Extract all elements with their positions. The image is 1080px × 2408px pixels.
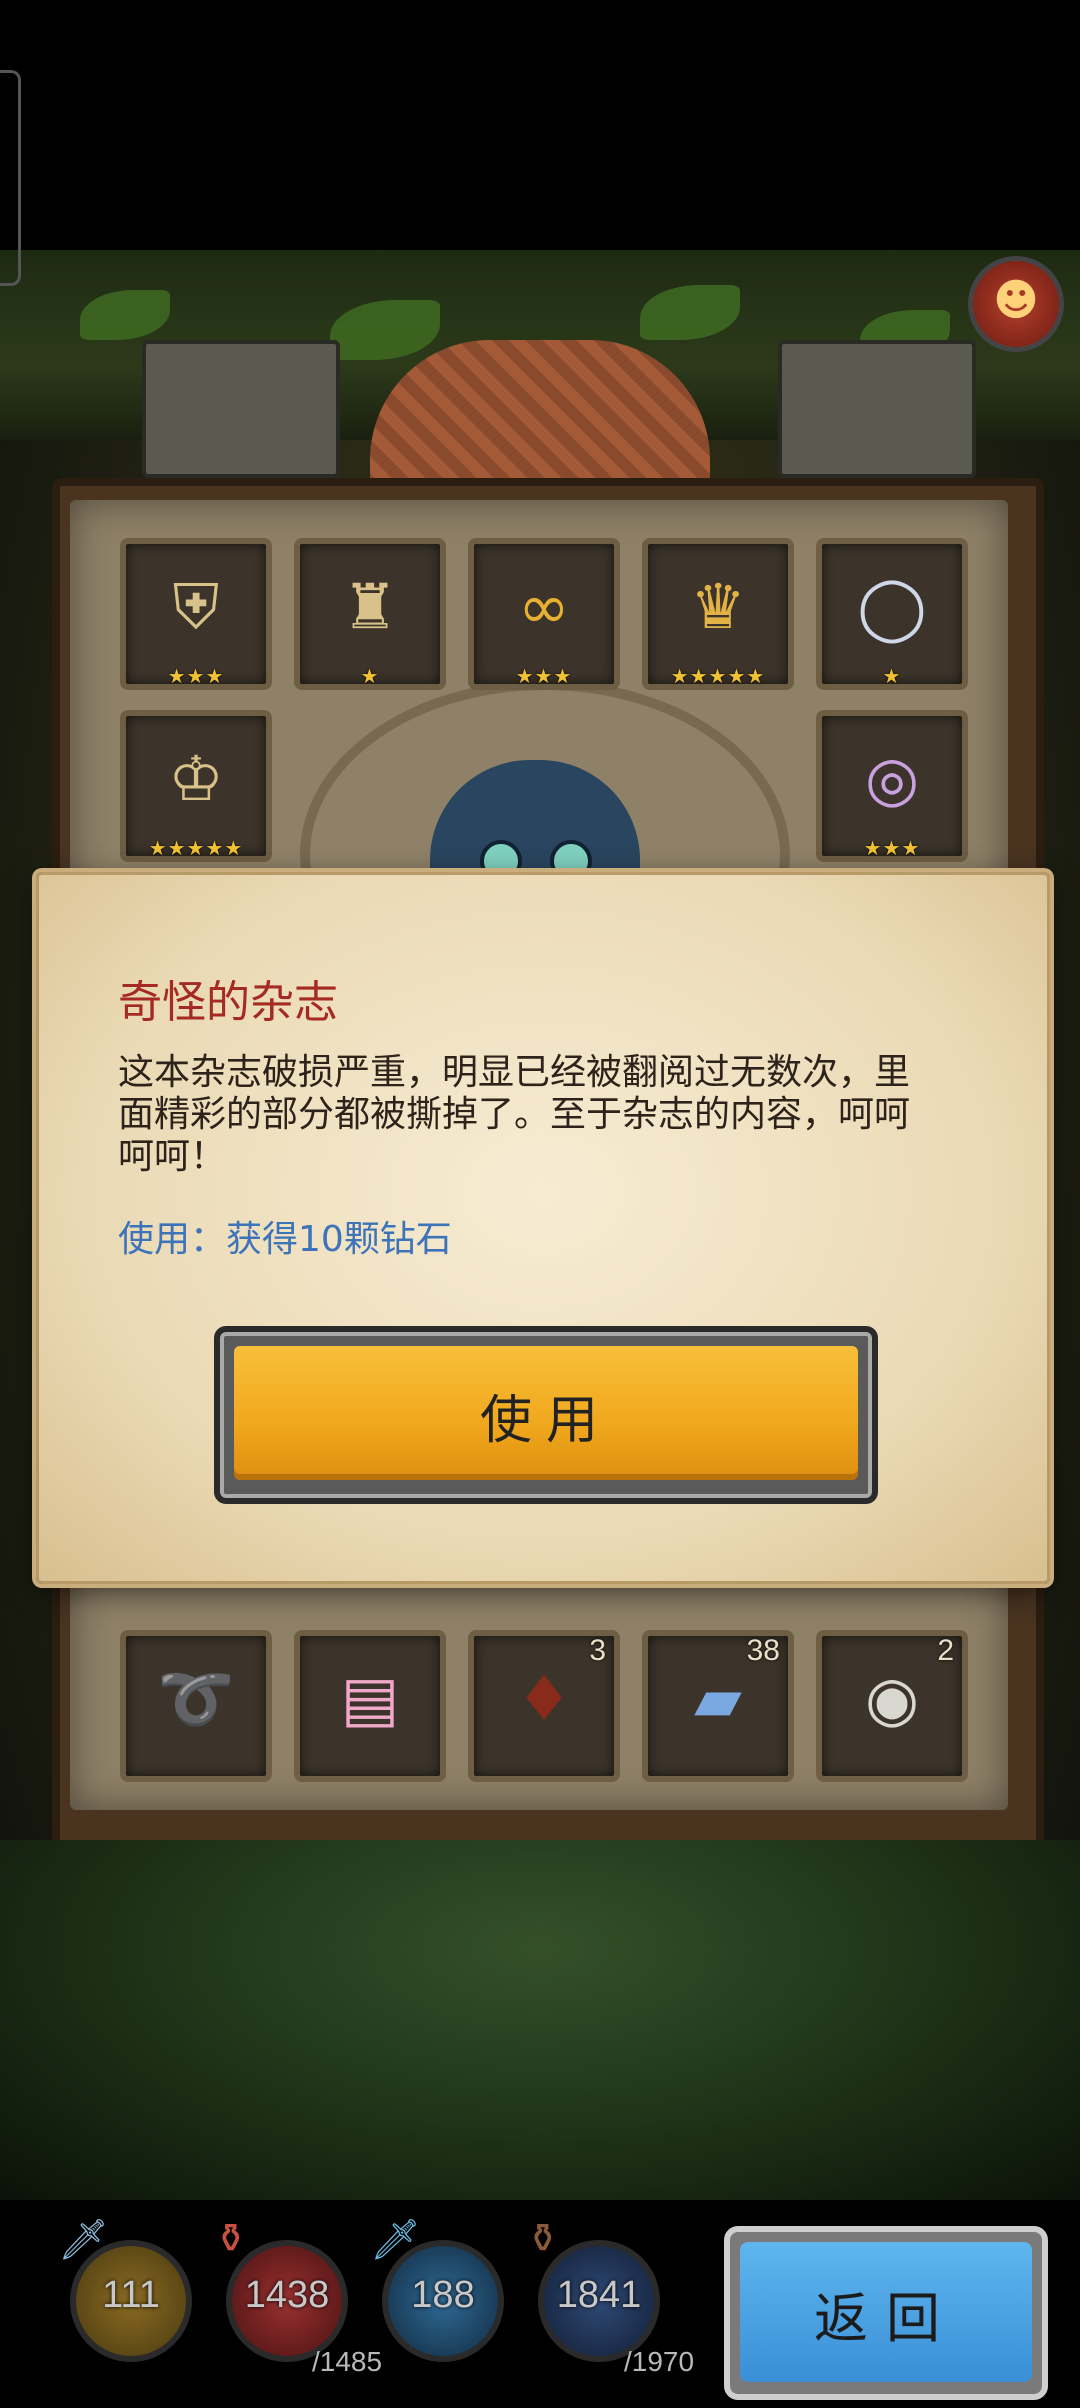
star-rating: ★ <box>882 664 902 688</box>
inventory-slot[interactable]: ♦ 3 <box>468 1630 620 1782</box>
corner-frame <box>0 70 21 286</box>
inventory-slot[interactable]: ◯ ★ <box>816 538 968 690</box>
inventory-slot[interactable]: ◎ ★★★ <box>816 710 968 862</box>
ring-icon: ◯ <box>857 570 927 643</box>
jeweled-ring-icon: ◎ <box>864 742 920 815</box>
star-rating: ★★★★★ <box>148 836 244 860</box>
attack-stat: 🗡 111 <box>58 2217 192 2362</box>
item-count: 3 <box>589 1634 606 1667</box>
stat-max: /1485 <box>312 2346 383 2377</box>
sword-icon: 🗡 <box>58 2217 109 2263</box>
use-button-label: 使用 <box>479 1390 612 1451</box>
use-button[interactable]: 使用 <box>214 1326 878 1504</box>
inventory-slot[interactable]: ♜ ★ <box>294 538 446 690</box>
item-use-effect: 使用：获得10颗钻石 <box>118 1219 452 1260</box>
stone-pillar-right <box>778 340 976 478</box>
item-title: 奇怪的杂志 <box>118 977 338 1028</box>
inventory-slot[interactable]: ♛ ★★★★★ <box>642 538 794 690</box>
mana-stat: ⚱ 1841 /1970 <box>526 2216 694 2377</box>
lantern-icon: ♛ <box>690 570 746 643</box>
inventory-slot[interactable]: ◉ 2 <box>816 1630 968 1782</box>
item-count: 38 <box>746 1634 780 1667</box>
top-badge-button[interactable]: ☻ <box>968 256 1064 352</box>
crown-belt-icon: ♔ <box>168 742 224 815</box>
stone-pillar-left <box>142 340 340 478</box>
inventory-slot[interactable]: ∞ ★★★ <box>468 538 620 690</box>
stat-max: /1970 <box>624 2346 695 2377</box>
stat-value: 1438 <box>244 2274 330 2316</box>
star-rating: ★★★ <box>167 664 225 688</box>
mana-potion-icon: ⚱ <box>526 2216 560 2262</box>
inventory-slot[interactable]: ▤ <box>294 1630 446 1782</box>
item-description: 这本杂志破损严重，明显已经被翻阅过无数次，里面精彩的部分都被撕掉了。至于杂志的内… <box>118 1052 911 1177</box>
inventory-slot[interactable]: ▰ 38 <box>642 1630 794 1782</box>
health-stat: ⚱ 1438 /1485 <box>214 2216 382 2377</box>
item-count: 2 <box>937 1634 954 1667</box>
inventory-slot[interactable]: ➰ <box>120 1630 272 1782</box>
stat-value: 1841 <box>556 2274 642 2316</box>
star-rating: ★★★ <box>863 836 921 860</box>
back-button-label: 返回 <box>814 2286 958 2350</box>
tiled-roof <box>370 340 710 490</box>
stat-value: 188 <box>411 2274 475 2316</box>
mana-sword-icon: 🗡 <box>370 2217 421 2263</box>
magazine-icon: ▤ <box>340 1662 400 1735</box>
leafy-ground <box>0 1840 1080 2200</box>
star-rating: ★★★ <box>515 664 573 688</box>
stat-value: 111 <box>102 2274 160 2316</box>
skull-icon: ☻ <box>993 275 1039 326</box>
armor-tunic-icon: ⛨ <box>172 570 220 643</box>
whip-icon: ➰ <box>157 1662 235 1735</box>
mana-attack-stat: 🗡 188 <box>370 2217 504 2362</box>
star-rating: ★★★★★ <box>670 664 766 688</box>
inventory-slot[interactable]: ♔ ★★★★★ <box>120 710 272 862</box>
back-button[interactable]: 返回 <box>724 2226 1048 2400</box>
inventory-slot[interactable]: ⛨ ★★★ <box>120 538 272 690</box>
health-potion-icon: ⚱ <box>214 2216 248 2262</box>
star-rating: ★ <box>360 664 380 688</box>
chest-armor-icon: ♜ <box>342 570 398 643</box>
gold-bracer-icon: ∞ <box>518 570 570 643</box>
